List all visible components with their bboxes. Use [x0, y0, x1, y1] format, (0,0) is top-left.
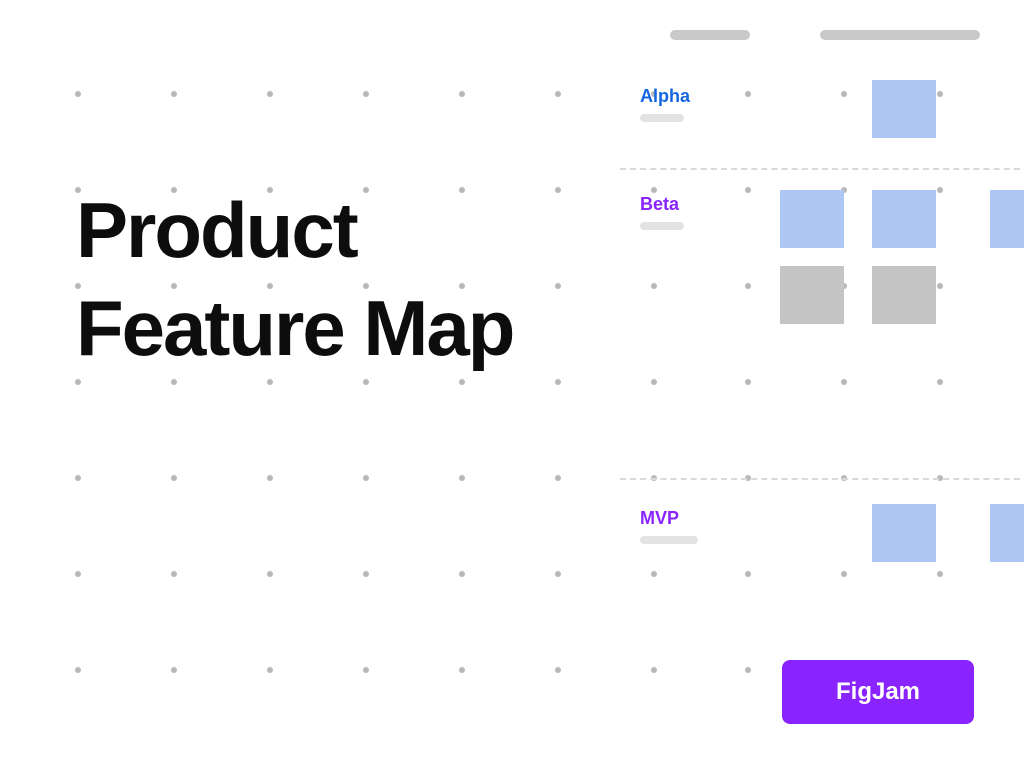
grid-dot: [267, 475, 273, 481]
feature-card[interactable]: [990, 504, 1024, 562]
title-line-2: Feature Map: [76, 280, 513, 378]
grid-dot: [555, 283, 561, 289]
feature-card[interactable]: [872, 190, 936, 248]
page-title: Product Feature Map: [76, 182, 513, 377]
feature-card[interactable]: [872, 80, 936, 138]
grid-dot: [171, 379, 177, 385]
grid-dot: [459, 379, 465, 385]
grid-dot: [363, 571, 369, 577]
row-divider: [620, 168, 1024, 170]
grid-dot: [75, 475, 81, 481]
row-subtext-placeholder: [640, 222, 684, 230]
grid-dot: [267, 379, 273, 385]
feature-card[interactable]: [780, 266, 844, 324]
grid-dot: [459, 667, 465, 673]
grid-dot: [171, 475, 177, 481]
grid-dot: [267, 571, 273, 577]
row-label-alpha: Alpha: [640, 86, 690, 107]
feature-card[interactable]: [872, 504, 936, 562]
figjam-badge[interactable]: FigJam: [782, 660, 974, 724]
title-line-1: Product: [76, 182, 513, 280]
grid-dot: [363, 91, 369, 97]
grid-dot: [75, 379, 81, 385]
grid-dot: [171, 667, 177, 673]
column-header-placeholder: [820, 30, 980, 40]
column-header-placeholder: [670, 30, 750, 40]
grid-dot: [267, 91, 273, 97]
grid-dot: [555, 187, 561, 193]
row-subtext-placeholder: [640, 114, 684, 122]
feature-card[interactable]: [872, 266, 936, 324]
grid-dot: [363, 667, 369, 673]
grid-dot: [555, 379, 561, 385]
grid-dot: [555, 571, 561, 577]
grid-dot: [75, 667, 81, 673]
row-label-beta: Beta: [640, 194, 679, 215]
row-subtext-placeholder: [640, 536, 698, 544]
grid-dot: [171, 571, 177, 577]
badge-label: FigJam: [836, 678, 920, 705]
feature-card[interactable]: [780, 190, 844, 248]
grid-dot: [75, 91, 81, 97]
grid-dot: [267, 667, 273, 673]
grid-dot: [459, 571, 465, 577]
grid-dot: [555, 475, 561, 481]
grid-dot: [171, 91, 177, 97]
row-divider: [620, 478, 1024, 480]
grid-dot: [555, 667, 561, 673]
feature-map-panel: Alpha Beta MVP: [620, 0, 1024, 768]
grid-dot: [75, 571, 81, 577]
grid-dot: [363, 379, 369, 385]
grid-dot: [459, 91, 465, 97]
feature-card[interactable]: [990, 190, 1024, 248]
grid-dot: [363, 475, 369, 481]
grid-dot: [459, 475, 465, 481]
row-label-mvp: MVP: [640, 508, 679, 529]
grid-dot: [555, 91, 561, 97]
